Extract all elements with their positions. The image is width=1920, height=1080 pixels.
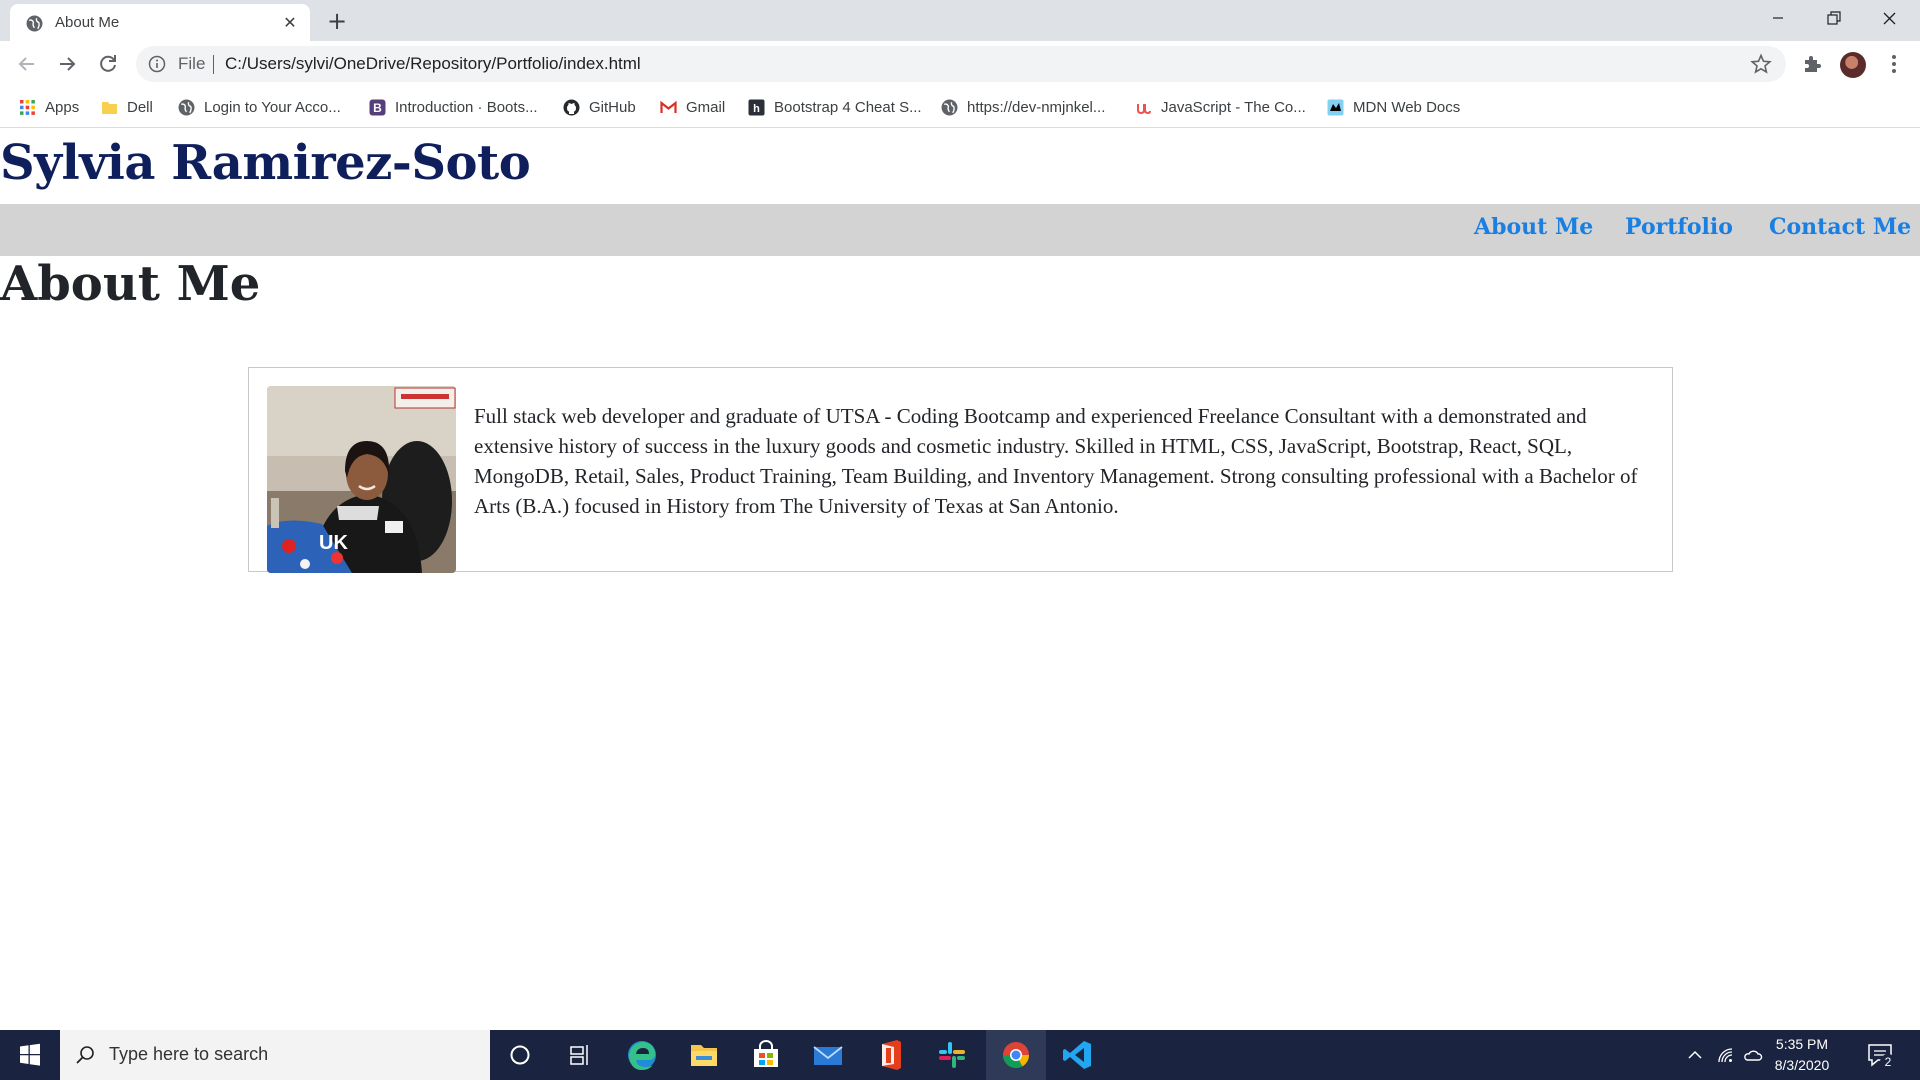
bookmark-label: Apps xyxy=(45,98,80,116)
bookmark-label: Login to Your Acco... xyxy=(204,98,341,116)
slack-icon[interactable] xyxy=(922,1030,982,1080)
new-tab-button[interactable]: + xyxy=(323,7,351,35)
search-icon xyxy=(76,1046,94,1064)
clock-time: 5:35 PM xyxy=(1775,1036,1829,1052)
system-clock[interactable]: 5:35 PM 8/3/2020 xyxy=(1762,1034,1842,1076)
bookmark-bootstrap-cheatsheet[interactable]: h Bootstrap 4 Cheat S... xyxy=(748,95,922,119)
clock-date: 8/3/2020 xyxy=(1774,1057,1830,1073)
browser-tab[interactable]: About Me ✕ xyxy=(10,4,310,41)
url-text[interactable]: C:/Users/sylvi/OneDrive/Repository/Portf… xyxy=(225,54,641,74)
bookmark-label: MDN Web Docs xyxy=(1353,98,1461,116)
back-arrow-icon[interactable] xyxy=(13,50,41,78)
kebab-menu-icon[interactable] xyxy=(1882,52,1906,76)
bookmark-star-icon[interactable] xyxy=(1750,53,1772,75)
bookmark-login[interactable]: Login to Your Acco... xyxy=(178,95,341,119)
nav-link-contact-me[interactable]: Contact Me xyxy=(1769,214,1911,240)
nav-link-about-me[interactable]: About Me xyxy=(1474,214,1593,240)
svg-text:UK: UK xyxy=(319,532,348,554)
restore-icon[interactable] xyxy=(1806,0,1862,40)
info-icon[interactable] xyxy=(148,55,166,73)
nav-link-portfolio[interactable]: Portfolio xyxy=(1625,214,1733,240)
site-navbar: About Me Portfolio Contact Me xyxy=(0,204,1920,256)
minimize-icon[interactable] xyxy=(1750,0,1806,40)
udemy-icon xyxy=(1137,103,1151,114)
profile-photo: UK xyxy=(267,386,456,573)
address-bar[interactable]: File C:/Users/sylvi/OneDrive/Repository/… xyxy=(136,46,1786,82)
bookmark-bootstrap-intro[interactable]: B Introduction · Boots... xyxy=(369,95,538,119)
mail-icon[interactable] xyxy=(798,1030,858,1080)
office-icon[interactable] xyxy=(860,1030,920,1080)
bookmark-label: Dell xyxy=(127,98,153,116)
chevron-up-icon[interactable] xyxy=(1685,1045,1705,1065)
bookmark-label: JavaScript - The Co... xyxy=(1161,98,1306,116)
site-title: Sylvia Ramirez-Soto xyxy=(0,135,531,191)
folder-icon xyxy=(102,101,117,114)
bookmark-mdn[interactable]: MDN Web Docs xyxy=(1327,95,1460,119)
tab-title: About Me xyxy=(55,14,120,31)
bookmark-label: Introduction · Boots... xyxy=(395,98,538,116)
hackerthemes-icon: h xyxy=(748,99,765,115)
browser-toolbar: File C:/Users/sylvi/OneDrive/Repository/… xyxy=(0,41,1920,87)
forward-arrow-icon[interactable] xyxy=(53,50,81,78)
svg-text:h: h xyxy=(753,103,760,115)
bookmark-label: https://dev-nmjnkel... xyxy=(967,98,1106,116)
globe-icon xyxy=(941,99,958,115)
url-separator xyxy=(213,55,214,74)
close-window-icon[interactable] xyxy=(1862,0,1918,40)
bookmark-label: Gmail xyxy=(686,98,726,116)
github-icon xyxy=(563,99,580,115)
bookmarks-bar: Apps Dell Login to Your Acco... B Introd… xyxy=(0,87,1920,128)
svg-text:B: B xyxy=(373,101,382,115)
gmail-icon xyxy=(660,100,677,113)
bookmark-javascript-course[interactable]: JavaScript - The Co... xyxy=(1135,95,1306,119)
globe-icon xyxy=(26,15,43,32)
tab-close-icon[interactable]: ✕ xyxy=(280,13,300,33)
bio-text: Full stack web developer and graduate of… xyxy=(474,404,1638,518)
notification-count-badge: 2 xyxy=(1880,1054,1896,1070)
chrome-icon[interactable] xyxy=(986,1030,1046,1080)
onedrive-cloud-icon[interactable] xyxy=(1743,1045,1763,1065)
bookmark-gmail[interactable]: Gmail xyxy=(660,95,725,119)
bookmark-github[interactable]: GitHub xyxy=(563,95,636,119)
bookmark-label: Bootstrap 4 Cheat S... xyxy=(774,98,922,116)
globe-icon xyxy=(178,99,195,115)
bootstrap-icon: B xyxy=(369,99,386,115)
apps-grid-icon xyxy=(20,99,35,115)
mdn-icon xyxy=(1327,99,1344,115)
taskbar-search-box[interactable]: Type here to search xyxy=(60,1030,490,1080)
bookmark-label: GitHub xyxy=(589,98,636,116)
bookmark-apps[interactable]: Apps xyxy=(19,95,79,119)
bookmark-dev[interactable]: https://dev-nmjnkel... xyxy=(941,95,1105,119)
file-explorer-icon[interactable] xyxy=(674,1030,734,1080)
store-icon[interactable] xyxy=(736,1030,796,1080)
wifi-icon[interactable] xyxy=(1715,1045,1735,1065)
page-heading: About Me xyxy=(0,256,261,312)
about-card: UK Full stack web developer and graduate… xyxy=(248,367,1673,573)
windows-start-icon[interactable] xyxy=(0,1030,60,1080)
web-page: Sylvia Ramirez-Soto About Me Portfolio C… xyxy=(0,129,1920,1030)
profile-avatar[interactable] xyxy=(1840,52,1866,78)
vscode-icon[interactable] xyxy=(1048,1030,1108,1080)
edge-icon[interactable] xyxy=(612,1030,672,1080)
reload-icon[interactable] xyxy=(94,50,122,78)
cortana-icon[interactable] xyxy=(490,1030,550,1080)
extensions-puzzle-icon[interactable] xyxy=(1800,52,1824,76)
browser-tab-strip: About Me ✕ + xyxy=(0,0,1920,41)
task-view-icon[interactable] xyxy=(550,1030,610,1080)
url-scheme-label: File xyxy=(178,54,206,73)
bookmark-dell[interactable]: Dell xyxy=(101,95,153,119)
search-placeholder: Type here to search xyxy=(109,1044,269,1064)
windows-taskbar: Type here to search 5:35 PM 8/3/2020 2 xyxy=(0,1030,1920,1080)
